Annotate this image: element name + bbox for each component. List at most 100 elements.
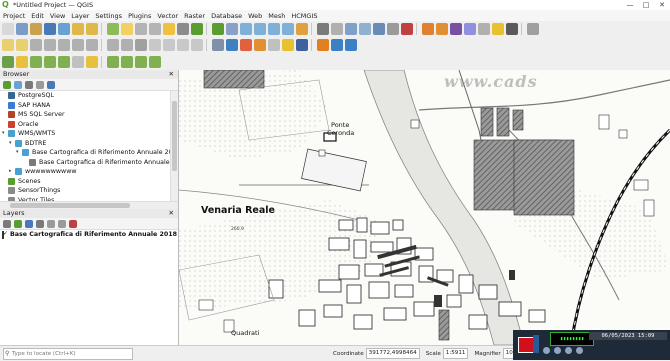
datasource-tool-button-3[interactable]	[44, 55, 56, 68]
digitizing-tool-button-6[interactable]	[86, 39, 98, 51]
digitizing-tool-button-4[interactable]	[58, 39, 70, 51]
menu-raster[interactable]: Raster	[181, 12, 208, 20]
browser-item[interactable]: PostgreSQL	[0, 91, 178, 101]
datasource-tool-button-8[interactable]	[121, 55, 133, 68]
datasource-tool-button-4[interactable]	[58, 55, 70, 68]
main-tool-button-0[interactable]	[2, 23, 14, 35]
main-tool-button-18[interactable]	[268, 23, 280, 35]
digitizing-tool-button-23[interactable]	[345, 39, 357, 51]
menu-view[interactable]: View	[47, 12, 68, 20]
digitizing-tool-button-15[interactable]	[226, 39, 238, 51]
scale-field[interactable]: 1:5911	[442, 348, 469, 359]
menu-database[interactable]: Database	[208, 12, 245, 20]
digitizing-tool-button-3[interactable]	[44, 39, 56, 51]
main-tool-button-31[interactable]	[464, 23, 476, 35]
browser-item[interactable]: ▾ Base Cartografica di Riferimento Annual…	[0, 148, 178, 158]
digitizing-tool-button-0[interactable]	[2, 39, 14, 51]
digitizing-tool-button-11[interactable]	[163, 39, 175, 51]
maximize-button[interactable]: □	[638, 0, 654, 10]
digitizing-tool-button-13[interactable]	[191, 39, 203, 51]
browser-item[interactable]: Scenes	[0, 177, 178, 187]
main-tool-button-28[interactable]	[422, 23, 434, 35]
main-tool-button-32[interactable]	[478, 23, 490, 35]
collapse-all-icon[interactable]	[36, 80, 44, 89]
digitizing-tool-button-17[interactable]	[254, 39, 266, 51]
menu-layer[interactable]: Layer	[68, 12, 92, 20]
digitizing-tool-button-18[interactable]	[268, 39, 280, 51]
close-button[interactable]: ✕	[654, 0, 670, 10]
main-tool-button-25[interactable]	[373, 23, 385, 35]
close-panel-icon[interactable]: ✕	[169, 209, 178, 218]
main-tool-button-7[interactable]	[107, 23, 119, 35]
main-tool-button-30[interactable]	[450, 23, 462, 35]
layer-item[interactable]: Base Cartografica di Riferimento Annuale…	[0, 229, 193, 240]
main-tool-button-29[interactable]	[436, 23, 448, 35]
digitizing-tool-button-8[interactable]	[121, 39, 133, 51]
info-icon[interactable]	[47, 80, 55, 89]
main-tool-button-11[interactable]	[163, 23, 175, 35]
main-tool-button-12[interactable]	[177, 23, 189, 35]
main-tool-button-22[interactable]	[331, 23, 343, 35]
digitizing-tool-button-14[interactable]	[212, 39, 224, 51]
digitizing-tool-button-12[interactable]	[177, 39, 189, 51]
browser-item[interactable]: SAP HANA	[0, 101, 178, 111]
datasource-tool-button-2[interactable]	[30, 55, 42, 68]
digitizing-tool-button-1[interactable]	[16, 39, 28, 51]
main-tool-button-33[interactable]	[492, 23, 504, 35]
layer-visibility-checkbox[interactable]	[2, 229, 8, 239]
main-tool-button-35[interactable]	[527, 23, 539, 35]
tray-network-icon[interactable]	[543, 347, 550, 354]
coordinate-field[interactable]: 391772,4998464	[365, 348, 420, 359]
main-tool-button-23[interactable]	[345, 23, 357, 35]
browser-item[interactable]: Oracle	[0, 120, 178, 130]
main-tool-button-16[interactable]	[240, 23, 252, 35]
main-tool-button-8[interactable]	[121, 23, 133, 35]
refresh-icon[interactable]	[3, 80, 11, 89]
menu-mesh[interactable]: Mesh	[265, 12, 288, 20]
datasource-tool-button-10[interactable]	[149, 55, 161, 68]
expand-all-icon[interactable]	[47, 219, 55, 228]
main-tool-button-6[interactable]	[86, 23, 98, 35]
main-tool-button-2[interactable]	[30, 23, 42, 35]
menu-project[interactable]: Project	[0, 12, 28, 20]
datasource-tool-button-0[interactable]	[2, 55, 14, 68]
datasource-tool-button-5[interactable]	[72, 55, 84, 68]
digitizing-tool-button-20[interactable]	[296, 39, 308, 51]
browser-item[interactable]: ▾ WMS/WMTS	[0, 129, 178, 139]
collapse-all-icon[interactable]	[58, 219, 66, 228]
main-tool-button-4[interactable]	[58, 23, 70, 35]
filter-legend-icon[interactable]	[36, 219, 44, 228]
map-canvas[interactable]: Venaria Reale Ponte Ceronda Quadrati 260…	[179, 70, 670, 345]
browser-item[interactable]: ▾ BDTRE	[0, 139, 178, 149]
tray-volume-icon[interactable]	[554, 347, 561, 354]
datasource-tool-button-6[interactable]	[86, 55, 98, 68]
digitizing-tool-button-21[interactable]	[317, 39, 329, 51]
minimize-button[interactable]: —	[622, 0, 638, 10]
main-tool-button-24[interactable]	[359, 23, 371, 35]
menu-edit[interactable]: Edit	[28, 12, 47, 20]
tray-notification-icon[interactable]	[576, 347, 583, 354]
add-layer-icon[interactable]	[14, 80, 22, 89]
main-tool-button-21[interactable]	[317, 23, 329, 35]
visibility-icon[interactable]	[25, 219, 33, 228]
digitizing-tool-button-7[interactable]	[107, 39, 119, 51]
browser-h-scrollbar[interactable]	[0, 201, 178, 209]
browser-item[interactable]: MS SQL Server	[0, 110, 178, 120]
browser-item[interactable]: Base Cartografica di Riferimento Annuale…	[0, 158, 178, 168]
digitizing-tool-button-9[interactable]	[135, 39, 147, 51]
layer-style-icon[interactable]	[3, 219, 11, 228]
datasource-tool-button-9[interactable]	[135, 55, 147, 68]
main-tool-button-15[interactable]	[226, 23, 238, 35]
main-tool-button-1[interactable]	[16, 23, 28, 35]
add-group-icon[interactable]	[14, 219, 22, 228]
menu-settings[interactable]: Settings	[92, 12, 125, 20]
main-tool-button-13[interactable]	[191, 23, 203, 35]
main-tool-button-3[interactable]	[44, 23, 56, 35]
digitizing-tool-button-22[interactable]	[331, 39, 343, 51]
main-tool-button-34[interactable]	[506, 23, 518, 35]
datasource-tool-button-1[interactable]	[16, 55, 28, 68]
main-tool-button-26[interactable]	[387, 23, 399, 35]
main-tool-button-27[interactable]	[401, 23, 413, 35]
datasource-tool-button-7[interactable]	[107, 55, 119, 68]
record-stop-button[interactable]	[518, 337, 534, 353]
